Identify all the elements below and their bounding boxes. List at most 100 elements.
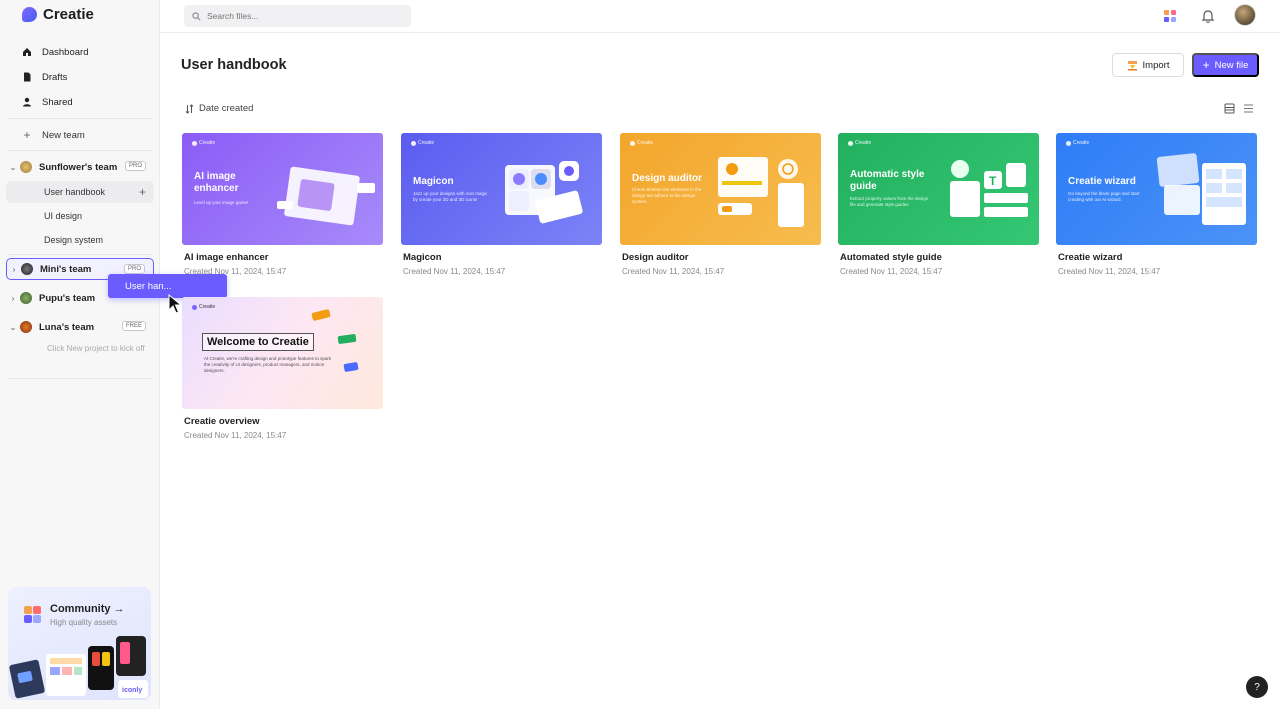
import-icon — [1127, 60, 1137, 70]
team-name: Pupu's team — [39, 292, 96, 304]
file-thumbnail: Creatie AI image enhancer Level up your … — [182, 133, 383, 245]
file-name: AI image enhancer — [184, 252, 269, 263]
team-avatar — [21, 263, 33, 275]
project-label: User handbook — [44, 187, 106, 197]
thumbnail-description: Jazz up your designs with icon magic by … — [413, 191, 488, 202]
help-button[interactable]: ? — [1246, 676, 1268, 698]
file-card[interactable]: Creatie Creatie wizard Go beyond the bla… — [1056, 133, 1257, 276]
community-card[interactable]: Community → High quality assets iconly — [8, 587, 151, 700]
sort-control[interactable]: Date created — [185, 103, 253, 114]
community-icon — [24, 606, 42, 624]
new-team-label: New team — [42, 129, 85, 141]
nav-label: Dashboard — [42, 46, 89, 58]
search-box[interactable] — [184, 5, 411, 27]
team-avatar — [20, 161, 32, 173]
file-thumbnail: Creatie Welcome to Creatie At Creatie, w… — [182, 297, 383, 409]
sidebar-divider — [8, 378, 152, 379]
sidebar-divider — [8, 150, 152, 151]
nav-dashboard[interactable]: Dashboard — [22, 44, 88, 60]
thumbnail-title: Creatie wizard — [1068, 176, 1136, 187]
new-file-button[interactable]: + New file — [1192, 53, 1259, 77]
thumbnail-description: Level up your image game! — [194, 200, 249, 205]
thumbnail-title: Welcome to Creatie — [202, 333, 314, 351]
nav-shared[interactable]: Shared — [22, 94, 73, 110]
community-subtitle: High quality assets — [50, 618, 118, 627]
chevron-down-icon[interactable]: ⌄ — [6, 163, 20, 172]
sidebar-divider — [8, 118, 152, 119]
team-luna[interactable]: ⌄ Luna's team FREE — [6, 316, 154, 338]
plan-badge: FREE — [121, 321, 146, 331]
search-icon — [192, 11, 201, 20]
nav-drafts[interactable]: Drafts — [22, 69, 67, 85]
file-name: Creatie wizard — [1058, 252, 1123, 263]
plus-icon: + — [1202, 58, 1210, 72]
thumbnail-illustration — [277, 166, 375, 226]
team-name: Luna's team — [39, 321, 95, 333]
project-ui-design[interactable]: UI design — [6, 205, 154, 227]
sort-label: Date created — [199, 103, 254, 114]
file-card[interactable]: Creatie AI image enhancer Level up your … — [182, 133, 383, 276]
home-icon — [23, 48, 31, 56]
creatie-logo-icon — [22, 7, 37, 22]
file-name: Creatie overview — [184, 416, 260, 427]
thumbnail-description: Check whether the elements in the design… — [632, 187, 702, 204]
file-thumbnail: Creatie Magicon Jazz up your designs wit… — [401, 133, 602, 245]
app-window: Creatie Dashboard Drafts Shared + New te… — [0, 0, 1280, 709]
community-preview-art: iconly — [9, 636, 148, 699]
page-title: User handbook — [181, 57, 287, 73]
list-view-icon[interactable] — [1243, 103, 1254, 114]
file-created: Created Nov 11, 2024, 15:47 — [184, 267, 287, 276]
chevron-right-icon[interactable]: › — [7, 265, 21, 274]
project-design-system[interactable]: Design system — [6, 229, 154, 251]
thumbnail-title: AI image enhancer — [194, 171, 239, 194]
nav-label: Shared — [42, 96, 73, 108]
user-avatar[interactable] — [1234, 4, 1256, 26]
new-team-button[interactable]: + New team — [22, 127, 85, 143]
file-name: Magicon — [403, 252, 442, 263]
chevron-right-icon[interactable]: › — [6, 294, 20, 303]
top-bar — [160, 0, 1280, 33]
file-created: Created Nov 11, 2024, 15:47 — [403, 267, 506, 276]
svg-text:iconly: iconly — [122, 687, 142, 694]
team-sunflower[interactable]: ⌄ Sunflower's team PRO — [6, 156, 154, 178]
file-card[interactable]: Creatie Magicon Jazz up your designs wit… — [401, 133, 602, 276]
plan-badge: PRO — [124, 161, 146, 171]
file-thumbnail: Creatie Design auditor Check whether the… — [620, 133, 821, 245]
svg-text:T: T — [989, 174, 997, 188]
file-card[interactable]: Creatie Automatic style guide Extract pr… — [838, 133, 1039, 276]
thumbnail-illustration — [718, 157, 804, 227]
thumbnail-description: Go beyond the blank page and start creat… — [1068, 191, 1140, 202]
sort-icon — [185, 103, 194, 114]
creatie-logo-icon: Creatie — [848, 140, 871, 146]
creatie-logo-icon: Creatie — [630, 140, 653, 146]
new-file-label: New file — [1214, 59, 1249, 71]
nav-label: Drafts — [42, 71, 68, 83]
project-label: Design system — [44, 235, 104, 245]
file-card[interactable]: Creatie Design auditor Check whether the… — [620, 133, 821, 276]
import-button[interactable]: Import — [1112, 53, 1184, 77]
creatie-logo-icon: Creatie — [1066, 140, 1089, 146]
grid-view-icon[interactable] — [1224, 103, 1235, 114]
app-logo[interactable]: Creatie — [22, 6, 94, 23]
plus-icon: + — [23, 128, 31, 142]
thumbnail-title: Design auditor — [632, 173, 703, 184]
file-name: Design auditor — [622, 252, 689, 263]
file-card[interactable]: Creatie Welcome to Creatie At Creatie, w… — [182, 297, 383, 440]
file-created: Created Nov 11, 2024, 15:47 — [622, 267, 725, 276]
file-thumbnail: Creatie Creatie wizard Go beyond the bla… — [1056, 133, 1257, 245]
apps-icon[interactable] — [1162, 8, 1178, 24]
thumbnail-illustration: T — [950, 160, 1028, 217]
search-input[interactable] — [207, 11, 387, 21]
app-name: Creatie — [43, 6, 94, 23]
project-user-handbook[interactable]: User handbook + — [6, 181, 154, 203]
thumbnail-illustration — [505, 161, 583, 224]
thumbnail-illustration — [311, 309, 359, 372]
bell-icon[interactable] — [1200, 8, 1216, 24]
chevron-down-icon[interactable]: ⌄ — [6, 323, 20, 332]
community-title: Community → — [50, 603, 125, 615]
user-icon — [23, 97, 31, 107]
import-label: Import — [1142, 59, 1170, 71]
add-file-icon[interactable]: + — [139, 185, 146, 199]
plan-badge: PRO — [123, 264, 145, 274]
thumbnail-description: Extract property values from the design … — [850, 196, 929, 207]
